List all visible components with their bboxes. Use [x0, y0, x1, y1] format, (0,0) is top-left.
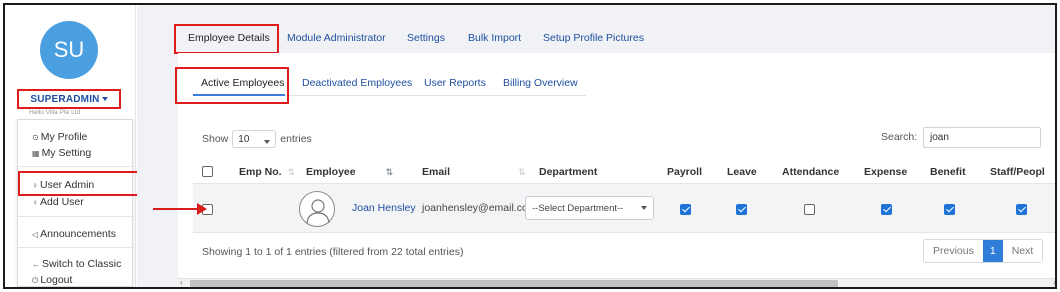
- column-header-benefit[interactable]: Benefit: [930, 166, 966, 178]
- pagination-next[interactable]: Next: [1002, 240, 1043, 262]
- column-header-department[interactable]: Department: [539, 166, 597, 178]
- menu-item-announcements[interactable]: ◁ Announcements: [32, 228, 116, 240]
- arrow-right-icon: [197, 203, 207, 215]
- page-size-select[interactable]: 10: [232, 130, 277, 148]
- menu-label: Announcements: [40, 228, 117, 240]
- tab-bulk-import[interactable]: Bulk Import: [468, 32, 521, 44]
- menu-item-my-setting[interactable]: ▦ My Setting: [32, 147, 91, 159]
- sort-asc-icon: ⇅: [385, 167, 394, 177]
- attendance-checkbox[interactable]: [804, 204, 815, 215]
- subtab-user-reports[interactable]: User Reports: [424, 77, 486, 89]
- tab-module-administrator[interactable]: Module Administrator: [287, 32, 386, 44]
- menu-label: My Setting: [41, 147, 92, 159]
- scrollbar-thumb[interactable]: [190, 280, 838, 287]
- column-header-emp-no[interactable]: Emp No. ⇅: [239, 166, 295, 178]
- user-menu-toggle[interactable]: SUPERADMIN: [17, 89, 121, 109]
- menu-divider: [18, 166, 134, 167]
- megaphone-icon: ◁: [32, 230, 39, 239]
- subtab-deactivated-employees[interactable]: Deactivated Employees: [302, 77, 412, 89]
- add-user-icon: ♀: [32, 198, 38, 207]
- column-header-employee[interactable]: Employee ⇅: [306, 166, 393, 178]
- avatar-initials: SU: [53, 37, 85, 62]
- column-label: Email: [422, 166, 451, 178]
- table-header: Emp No. ⇅ Employee ⇅ Email ⇅ Department Pay…: [193, 158, 1055, 183]
- entries-label: entries: [280, 133, 312, 145]
- top-tab-bar: Employee Details Module Administrator Se…: [137, 5, 1055, 54]
- employee-email: joanhensley@email.com: [422, 202, 537, 214]
- menu-label: Logout: [40, 274, 73, 286]
- staff-checkbox[interactable]: [1016, 204, 1027, 215]
- show-label: Show: [202, 133, 229, 145]
- page-size-control: Show 10 entries: [202, 130, 312, 148]
- user-name: SUPERADMIN: [30, 93, 100, 105]
- menu-label: Switch to Classic: [42, 258, 122, 270]
- pagination-previous[interactable]: Previous: [924, 240, 983, 262]
- pagination: Previous 1 Next: [923, 239, 1044, 263]
- column-header-expense[interactable]: Expense: [864, 166, 907, 178]
- search-input[interactable]: joan: [923, 127, 1041, 148]
- profile-icon: ⊙: [32, 133, 39, 142]
- employee-avatar: [299, 191, 335, 227]
- pagination-page-current[interactable]: 1: [982, 240, 1003, 262]
- annotation-arrow: [153, 208, 199, 210]
- menu-label: My Profile: [40, 131, 88, 143]
- column-header-payroll[interactable]: Payroll: [667, 166, 702, 178]
- sidebar: SU SUPERADMIN Hello Villa Pte Ltd ⊙ My Pr…: [5, 5, 136, 287]
- chevron-down-icon: [264, 140, 271, 144]
- avatar[interactable]: SU: [40, 21, 98, 79]
- horizontal-scrollbar[interactable]: ‹ ›: [178, 278, 1055, 287]
- menu-divider: [18, 247, 134, 248]
- main-content: Employee Details Module Administrator Se…: [137, 5, 1055, 287]
- sort-icon: ⇅: [287, 167, 296, 177]
- column-header-staff[interactable]: Staff/Peopl: [990, 166, 1045, 178]
- expense-checkbox[interactable]: [881, 204, 892, 215]
- leave-checkbox[interactable]: [736, 204, 747, 215]
- highlight-box-active-employees: [175, 67, 289, 104]
- column-label: Employee: [306, 166, 356, 178]
- menu-label: Add User: [40, 196, 84, 208]
- benefit-checkbox[interactable]: [944, 204, 955, 215]
- column-label: Emp No.: [239, 166, 282, 178]
- power-icon: ⏻: [32, 276, 39, 285]
- payroll-checkbox[interactable]: [680, 204, 691, 215]
- department-select[interactable]: --Select Department--: [525, 196, 654, 220]
- caret-down-icon: [101, 97, 108, 101]
- person-icon: [306, 199, 330, 224]
- scroll-right-icon[interactable]: ›: [1053, 278, 1055, 287]
- table-row: Joan Hensley joanhensley@email.com --Sel…: [193, 183, 1055, 233]
- menu-item-switch-classic[interactable]: ← Switch to Classic: [32, 258, 121, 270]
- employees-panel: Active Employees Deactivated Employees U…: [175, 53, 1055, 287]
- menu-item-logout[interactable]: ⏻ Logout: [32, 274, 72, 286]
- settings-icon: ▦: [32, 149, 40, 158]
- column-header-leave[interactable]: Leave: [727, 166, 757, 178]
- page-size-value: 10: [238, 133, 250, 145]
- tab-setup-profile-pictures[interactable]: Setup Profile Pictures: [543, 32, 644, 44]
- employee-name-link[interactable]: Joan Hensley: [352, 202, 416, 214]
- subtab-billing-overview[interactable]: Billing Overview: [503, 77, 578, 89]
- app-frame: SU SUPERADMIN Hello Villa Pte Ltd ⊙ My Pr…: [3, 3, 1057, 289]
- select-all-checkbox[interactable]: [202, 166, 213, 177]
- menu-item-add-user[interactable]: ♀ Add User: [32, 196, 84, 208]
- menu-divider: [18, 216, 134, 217]
- switch-icon: ←: [32, 260, 40, 269]
- column-header-email[interactable]: Email ⇅: [422, 166, 526, 178]
- tab-settings[interactable]: Settings: [407, 32, 445, 44]
- highlight-box-user-admin: [18, 171, 141, 196]
- sort-icon: ⇅: [518, 167, 526, 177]
- user-dropdown-menu: ⊙ My Profile ▦ My Setting ♀ User Admin ♀ Add…: [17, 119, 134, 287]
- org-name: Hello Villa Pte Ltd: [29, 109, 81, 116]
- highlight-box-employee-details: [174, 24, 279, 54]
- department-value: --Select Department--: [532, 203, 624, 214]
- column-header-attendance[interactable]: Attendance: [782, 166, 839, 178]
- chevron-down-icon: [641, 206, 647, 210]
- table-info: Showing 1 to 1 of 1 entries (filtered fr…: [202, 246, 464, 258]
- search-label: Search:: [881, 131, 918, 143]
- scroll-left-icon[interactable]: ‹: [180, 278, 183, 287]
- menu-item-my-profile[interactable]: ⊙ My Profile: [32, 131, 87, 143]
